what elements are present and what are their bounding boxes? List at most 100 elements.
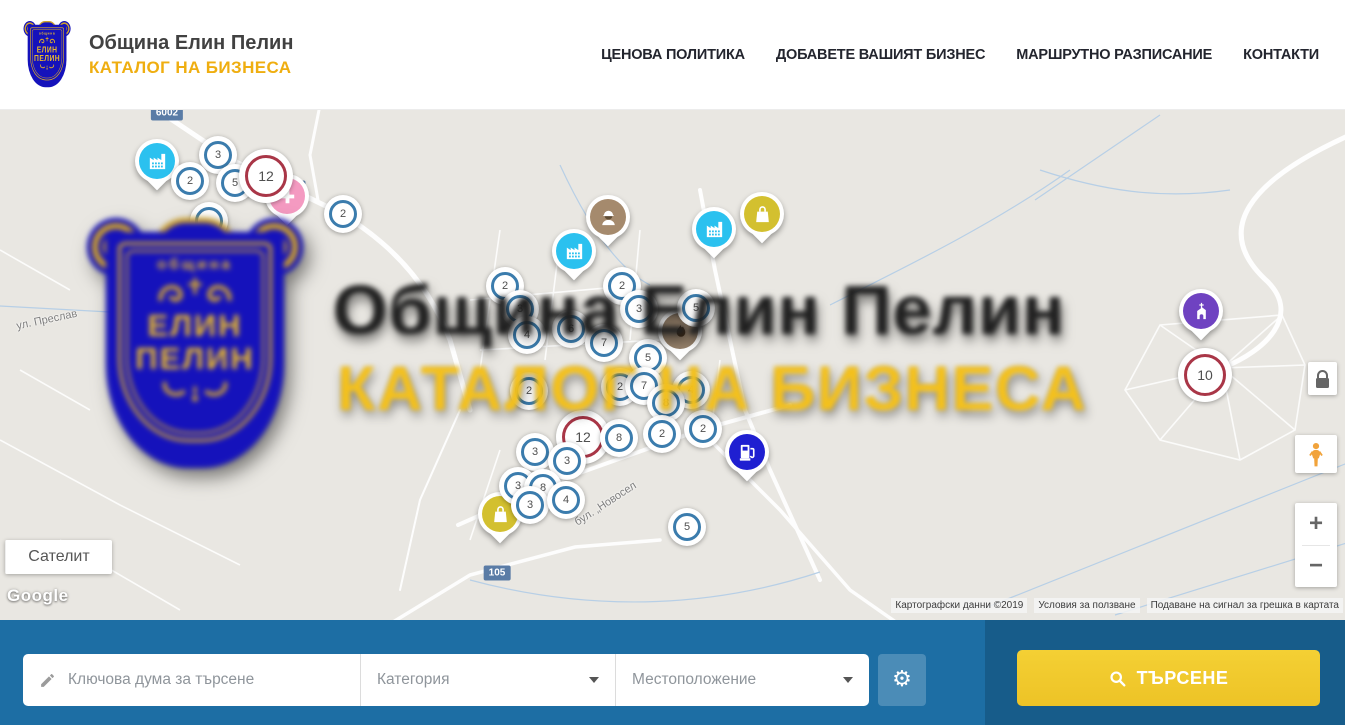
- cluster-marker[interactable]: 2: [643, 415, 681, 453]
- cluster-marker[interactable]: 2: [510, 372, 548, 410]
- cluster-count: 4: [524, 329, 530, 341]
- fuel-pump-pin-marker[interactable]: [725, 430, 769, 492]
- crest-name-line2: ПЕЛИН: [34, 53, 60, 62]
- factory-pin-marker[interactable]: [692, 207, 736, 269]
- attribution: Картографски данни ©2019 Условия за ползв…: [891, 598, 1343, 613]
- search-button[interactable]: ТЪРСЕНЕ: [1017, 650, 1320, 706]
- cluster-count: 3: [517, 303, 523, 315]
- cluster-count: 3: [636, 303, 642, 315]
- cluster-count: 7: [641, 380, 647, 392]
- church-pin-marker[interactable]: [1179, 289, 1223, 351]
- nav-item[interactable]: МАРШРУТНО РАЗПИСАНИЕ: [1016, 47, 1212, 63]
- google-logo[interactable]: Google: [7, 586, 69, 606]
- chevron-down-icon: [843, 677, 853, 683]
- site-subtitle: КАТАЛОГ НА БИЗНЕСА: [89, 58, 293, 78]
- chevron-down-icon: [589, 677, 599, 683]
- cluster-count: 3: [532, 446, 538, 458]
- cluster-count: 8: [616, 432, 622, 444]
- lock-icon: [1317, 370, 1328, 378]
- cluster-count: 2: [526, 385, 532, 397]
- magnifier-icon: [1109, 670, 1126, 687]
- cluster-marker[interactable]: 2: [684, 410, 722, 448]
- cluster-count: 2: [502, 280, 508, 292]
- maptype-satellite-button[interactable]: Сателит: [5, 540, 112, 574]
- cluster-count: 2: [619, 280, 625, 292]
- main-nav: ЦЕНОВА ПОЛИТИКА ДОБАВЕТЕ ВАШИЯТ БИЗНЕС МАР…: [601, 47, 1345, 63]
- fullscreen-lock-button[interactable]: [1308, 362, 1337, 395]
- factory-pin-marker[interactable]: [135, 139, 179, 201]
- cluster-marker[interactable]: 5: [677, 289, 715, 327]
- cluster-count: 8: [663, 397, 669, 409]
- cluster-marker[interactable]: 7: [585, 324, 623, 362]
- zoom-control: + −: [1295, 503, 1337, 587]
- cluster-count: 7: [601, 337, 607, 349]
- cluster-count: 5: [645, 352, 651, 364]
- cluster-count: 5: [232, 177, 238, 189]
- road-shield: 6002: [151, 110, 183, 121]
- factory-icon: [696, 211, 732, 247]
- shopping-bag-pin-marker[interactable]: [740, 192, 784, 254]
- cluster-count: 10: [1197, 367, 1213, 383]
- nav-item[interactable]: КОНТАКТИ: [1243, 47, 1319, 63]
- crest-top-label: община: [39, 31, 56, 36]
- church-icon: [1183, 293, 1219, 329]
- cluster-marker[interactable]: 4: [508, 316, 546, 354]
- cluster-count: 12: [258, 168, 274, 184]
- cluster-marker[interactable]: 12: [239, 149, 293, 203]
- crest-ornament-icon: [38, 62, 57, 70]
- pegman-icon: [1305, 441, 1327, 468]
- cluster-marker[interactable]: 10: [1178, 348, 1232, 402]
- search-button-label: ТЪРСЕНЕ: [1137, 668, 1229, 689]
- search-fields: Категория Местоположение: [23, 654, 869, 706]
- factory-icon: [556, 233, 592, 269]
- location-select[interactable]: Местоположение: [615, 654, 869, 706]
- factory-pin-marker[interactable]: [552, 229, 596, 291]
- attribution-item[interactable]: Условия за ползване: [1034, 598, 1139, 613]
- cluster-count: 3: [527, 499, 533, 511]
- cluster-marker[interactable]: 2: [171, 162, 209, 200]
- streetview-pegman-button[interactable]: [1295, 435, 1337, 473]
- shopping-bag-icon: [744, 196, 780, 232]
- advanced-settings-button[interactable]: ⚙: [878, 654, 926, 706]
- map-canvas[interactable]: 6002105ул. Преславбул. „Новосел325122232…: [0, 110, 1345, 620]
- site-logo[interactable]: община ЕЛИНПЕЛИН Община Елин Пелин КАТАЛ…: [0, 21, 293, 89]
- nav-item[interactable]: ЦЕНОВА ПОЛИТИКА: [601, 47, 745, 63]
- nav-item[interactable]: ДОБАВЕТЕ ВАШИЯТ БИЗНЕС: [776, 47, 985, 63]
- cluster-count: 3: [564, 455, 570, 467]
- cluster-count: 5: [693, 302, 699, 314]
- factory-icon: [139, 143, 175, 179]
- cluster-marker[interactable]: 3: [620, 290, 658, 328]
- pencil-icon: [39, 672, 56, 689]
- municipality-crest-logo: община ЕЛИНПЕЛИН: [22, 21, 74, 89]
- cluster-marker[interactable]: 2: [324, 195, 362, 233]
- cluster-marker[interactable]: 3: [511, 486, 549, 524]
- cluster-count: 5: [684, 521, 690, 533]
- crest-name-line1: ЕЛИН: [37, 44, 58, 53]
- cluster-marker[interactable]: 5: [668, 508, 706, 546]
- cluster-count: 4: [563, 494, 569, 506]
- cluster-marker[interactable]: [190, 202, 228, 240]
- cluster-marker[interactable]: 8: [600, 419, 638, 457]
- category-select-value: Категория: [377, 671, 449, 689]
- zoom-out-button[interactable]: −: [1295, 546, 1337, 588]
- location-select-value: Местоположение: [632, 671, 756, 689]
- cluster-count: 2: [700, 423, 706, 435]
- crest-body: община ЕЛИНПЕЛИН: [28, 24, 67, 87]
- cluster-count: 12: [575, 429, 591, 445]
- zoom-in-button[interactable]: +: [1295, 503, 1337, 545]
- gear-icon: ⚙: [892, 669, 912, 691]
- header: община ЕЛИНПЕЛИН Община Елин Пелин КАТАЛ…: [0, 0, 1345, 110]
- cluster-count: 2: [617, 381, 623, 393]
- cluster-count: 4: [688, 384, 694, 396]
- keyword-field: [23, 654, 360, 706]
- cluster-count: 2: [659, 428, 665, 440]
- road-shield: 105: [484, 566, 511, 581]
- cluster-count: 6: [568, 323, 574, 335]
- attribution-item[interactable]: Подаване на сигнал за грешка в картата: [1147, 598, 1343, 613]
- category-select[interactable]: Категория: [360, 654, 615, 706]
- search-input[interactable]: [68, 671, 344, 689]
- site-title: Община Елин Пелин: [89, 32, 293, 55]
- cluster-count: 2: [187, 175, 193, 187]
- attribution-item: Картографски данни ©2019: [891, 598, 1027, 613]
- cluster-marker[interactable]: 4: [547, 481, 585, 519]
